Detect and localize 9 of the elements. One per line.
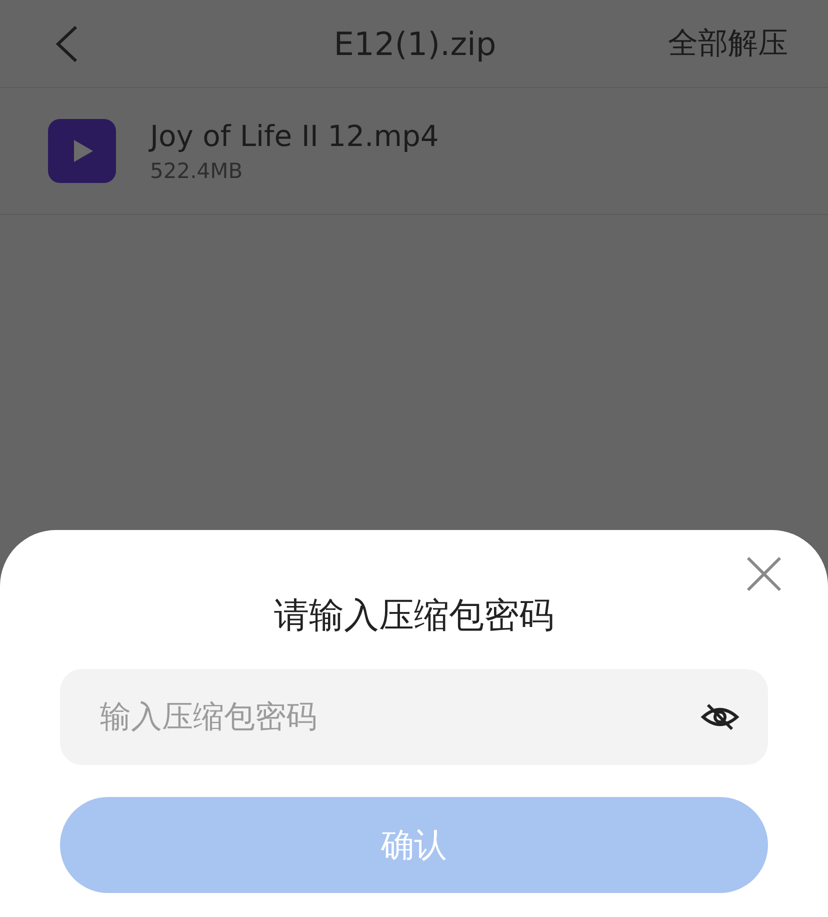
extract-all-button[interactable]: 全部解压 (668, 23, 788, 64)
password-field[interactable]: 输入压缩包密码 (60, 669, 768, 765)
video-file-icon (48, 119, 116, 183)
window-title: E12(1).zip (334, 24, 496, 62)
file-size: 522.4MB (150, 159, 244, 183)
file-name: Joy of Life II 12.mp4 (150, 119, 439, 153)
dialog-title: 请输入压缩包密码 (274, 595, 554, 638)
close-icon[interactable] (746, 556, 782, 592)
eye-slash-icon[interactable] (700, 702, 740, 732)
